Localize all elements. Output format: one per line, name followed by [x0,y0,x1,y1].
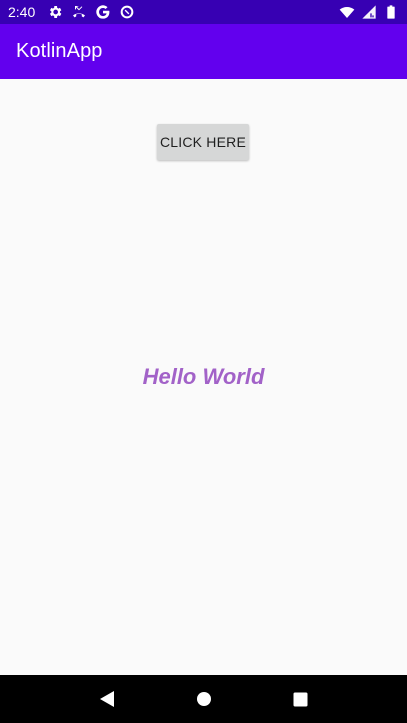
wifi-icon [339,4,355,20]
data-saver-icon [119,4,135,20]
battery-icon [383,4,399,20]
recents-icon[interactable] [289,687,313,711]
app-screen: 2:40 KotlinApp CLICK HERE Hello World [0,0,407,723]
missed-call-icon [71,4,87,20]
signal-icon [361,4,377,20]
app-bar: KotlinApp [0,24,407,79]
app-title: KotlinApp [16,40,103,62]
main-content: CLICK HERE Hello World [0,79,407,675]
navigation-bar [0,675,407,723]
google-icon [95,4,111,20]
settings-icon [47,4,63,20]
status-right [339,4,399,20]
home-icon[interactable] [192,687,216,711]
click-here-button[interactable]: CLICK HERE [157,124,249,160]
back-icon[interactable] [95,687,119,711]
status-left: 2:40 [8,4,135,20]
hello-world-text: Hello World [142,364,265,389]
status-bar: 2:40 [0,0,407,24]
status-time: 2:40 [8,4,36,20]
